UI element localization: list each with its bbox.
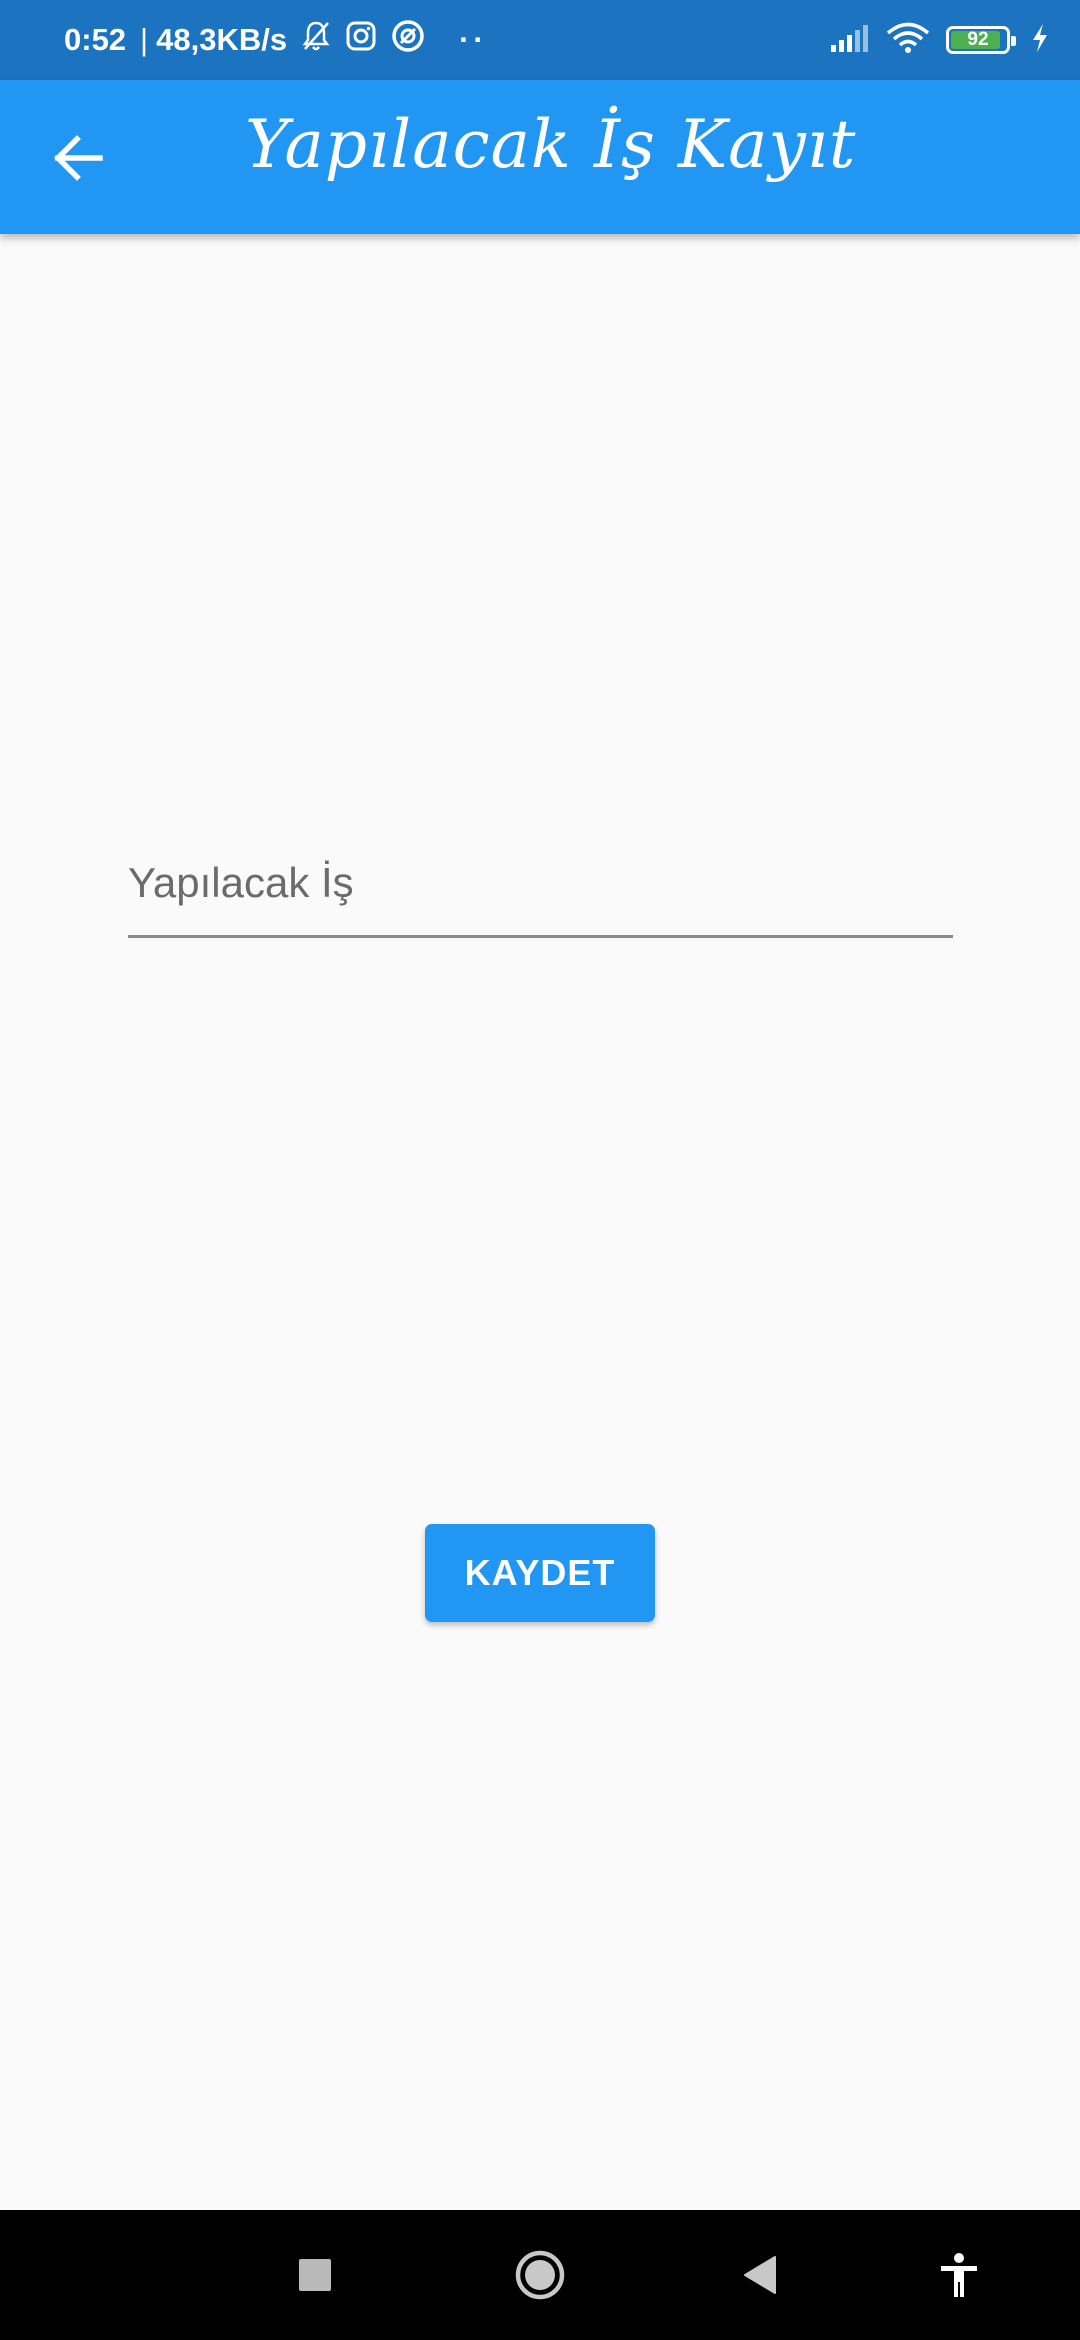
screen: 0:52 | 48,3KB/s ·· 92 Yapılacak İş Kayıt…: [0, 0, 1080, 2340]
wifi-icon: [886, 22, 930, 59]
signal-icon: [830, 23, 870, 58]
recent-apps-button[interactable]: [282, 2210, 348, 2340]
battery-level: 92: [967, 29, 989, 50]
page-title: Yapılacak İş Kayıt: [245, 106, 857, 183]
more-notifications-indicator: ··: [459, 22, 488, 57]
instagram-icon: [345, 20, 377, 60]
recent-apps-icon: [299, 2259, 331, 2291]
vpn-icon: [391, 19, 425, 61]
task-input[interactable]: [128, 830, 953, 953]
status-left: 0:52 | 48,3KB/s ··: [64, 19, 488, 61]
system-back-button[interactable]: [736, 2210, 784, 2340]
charging-icon: [1030, 23, 1050, 58]
accessibility-icon: [941, 2253, 977, 2297]
clock: 0:52: [64, 22, 127, 57]
status-right: 92: [830, 22, 1050, 59]
task-field[interactable]: [128, 830, 953, 953]
network-speed: 48,3KB/s: [156, 22, 288, 57]
home-button[interactable]: [510, 2210, 570, 2340]
home-icon: [515, 2250, 565, 2300]
app-bar: Yapılacak İş Kayıt: [0, 80, 1080, 234]
save-button[interactable]: KAYDET: [425, 1524, 655, 1622]
battery-icon: 92: [946, 26, 1016, 54]
accessibility-button[interactable]: [936, 2210, 982, 2340]
navigation-bar: [0, 2210, 1080, 2340]
bell-muted-icon: [301, 20, 331, 60]
back-button[interactable]: [40, 120, 116, 196]
back-icon: [744, 2256, 776, 2294]
arrow-back-icon: [54, 135, 103, 181]
status-separator: |: [140, 22, 149, 57]
status-bar: 0:52 | 48,3KB/s ·· 92: [0, 0, 1080, 80]
